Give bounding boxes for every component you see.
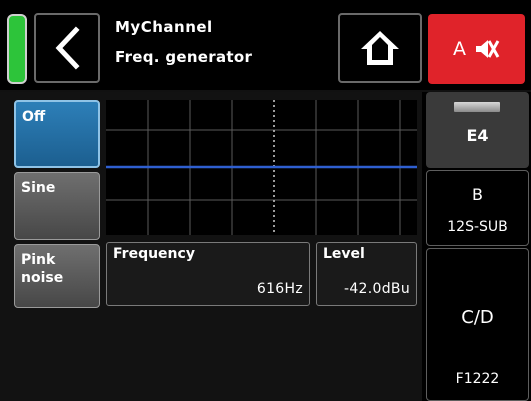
signal-scope — [106, 100, 417, 235]
tab-e4-label: E4 — [466, 126, 489, 145]
mode-sine-button[interactable]: Sine — [14, 172, 100, 240]
output-bar-indicator — [454, 102, 500, 112]
mode-off-label: Off — [22, 109, 46, 125]
level-field[interactable]: Level -42.0dBu — [316, 242, 417, 306]
mode-pink-noise-label: Pink noise — [21, 252, 64, 286]
level-indicator — [7, 14, 27, 84]
tab-b-label: B — [472, 185, 483, 204]
mode-sine-label: Sine — [21, 180, 56, 196]
frequency-generator-screen: MyChannel Freq. generator A Off Sine Pin… — [0, 0, 531, 401]
home-icon — [361, 31, 399, 65]
level-label: Level — [323, 246, 365, 262]
scope-graph — [106, 100, 417, 235]
tab-b-sublabel: 12S-SUB — [447, 219, 508, 235]
tab-b[interactable]: B 12S-SUB — [426, 170, 529, 246]
header-bar: MyChannel Freq. generator A — [0, 0, 531, 90]
title-block: MyChannel Freq. generator — [115, 18, 252, 66]
back-button[interactable] — [34, 13, 100, 83]
chevron-left-icon — [55, 26, 80, 70]
frequency-value: 616Hz — [256, 281, 303, 297]
mute-button[interactable]: A — [428, 14, 525, 84]
mute-button-label: A — [453, 38, 466, 60]
frequency-field[interactable]: Frequency 616Hz — [106, 242, 310, 306]
tab-cd[interactable]: C/D F1222 — [426, 248, 529, 401]
channel-title: MyChannel — [115, 18, 213, 36]
home-button[interactable] — [338, 13, 422, 83]
channel-tabs: E4 B 12S-SUB C/D F1222 — [422, 92, 531, 401]
tab-cd-sublabel: F1222 — [455, 371, 500, 387]
level-value: -42.0dBu — [344, 281, 410, 297]
tab-cd-label: C/D — [461, 307, 494, 328]
frequency-label: Frequency — [113, 246, 195, 262]
main-content: Off Sine Pink noise Frequency 616Hz Leve… — [0, 92, 422, 401]
mode-pink-noise-button[interactable]: Pink noise — [14, 244, 100, 308]
page-subtitle: Freq. generator — [115, 48, 253, 66]
tab-e4[interactable]: E4 — [426, 92, 529, 168]
speaker-muted-icon — [476, 40, 500, 58]
mode-off-button[interactable]: Off — [14, 100, 100, 168]
